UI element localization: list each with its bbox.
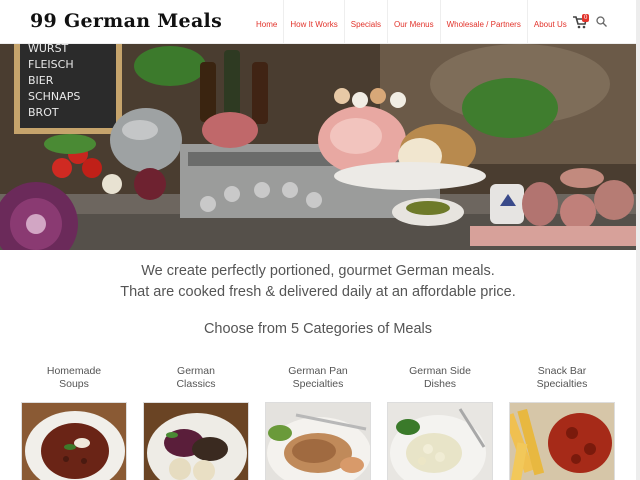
category-label-line1: German Side (409, 365, 471, 377)
category-label[interactable]: German Side Dishes (387, 365, 493, 391)
chalkboard: WURST FLEISCH BIER SCHNAPS BROT (14, 44, 122, 134)
chalk-line-2: FLEISCH (28, 58, 74, 71)
nav-about-us[interactable]: About Us (526, 0, 573, 44)
nav-how-it-works[interactable]: How It Works (283, 0, 343, 44)
nav-wholesale-partners[interactable]: Wholesale / Partners (439, 0, 527, 44)
chalk-line-1: WURST (28, 44, 69, 55)
intro-text: We create perfectly portioned, gourmet G… (0, 261, 636, 303)
main-nav: Home How It Works Specials Our Menus Who… (250, 0, 573, 44)
category-image-side-dishes[interactable] (387, 402, 493, 480)
category-label-line2: Classics (176, 378, 216, 390)
category-label-line1: German (177, 365, 215, 377)
category-image-snack-bar[interactable] (509, 402, 615, 480)
category-image-soups[interactable] (21, 402, 127, 480)
chalk-line-5: BROT (28, 106, 59, 119)
category-label-line2: Dishes (423, 378, 457, 390)
category-card-classics[interactable]: German Classics (143, 365, 249, 480)
category-card-side-dishes[interactable]: German Side Dishes (387, 365, 493, 480)
category-label-line2: Soups (59, 378, 89, 390)
intro-line-2: That are cooked fresh & delivered daily … (120, 284, 516, 300)
category-label-line1: Snack Bar (537, 365, 587, 377)
nav-specials[interactable]: Specials (343, 0, 387, 44)
site-logo[interactable]: 99 German Meals (30, 10, 222, 32)
category-card-snack-bar[interactable]: Snack Bar Specialties (509, 365, 615, 480)
hero-banner-image: WURST FLEISCH BIER SCHNAPS BROT (0, 44, 636, 250)
category-label-line2: Specialties (536, 378, 588, 390)
chalk-line-3: BIER (28, 74, 54, 87)
category-label[interactable]: Snack Bar Specialties (509, 365, 615, 391)
search-icon[interactable] (596, 16, 607, 27)
nav-home[interactable]: Home (250, 0, 283, 44)
site-header: 99 German Meals Home How It Works Specia… (0, 0, 640, 44)
category-image-classics[interactable] (143, 402, 249, 480)
category-label-line1: German Pan (288, 365, 348, 377)
category-label-line2: Specialties (292, 378, 344, 390)
nav-our-menus[interactable]: Our Menus (387, 0, 440, 44)
chalk-line-4: SCHNAPS (28, 90, 80, 103)
intro-line-1: We create perfectly portioned, gourmet G… (141, 263, 495, 279)
category-label[interactable]: Homemade Soups (21, 365, 127, 391)
categories-heading: Choose from 5 Categories of Meals (203, 321, 433, 337)
category-label-line1: Homemade (46, 365, 102, 377)
category-image-pan-specialties[interactable] (265, 402, 371, 480)
category-label[interactable]: German Pan Specialties (265, 365, 371, 391)
category-card-pan-specialties[interactable]: German Pan Specialties (265, 365, 371, 480)
category-label[interactable]: German Classics (143, 365, 249, 391)
category-card-soups[interactable]: Homemade Soups (21, 365, 127, 480)
page-scrollbar[interactable] (636, 0, 640, 480)
cart-count-badge: 0 (582, 14, 590, 22)
